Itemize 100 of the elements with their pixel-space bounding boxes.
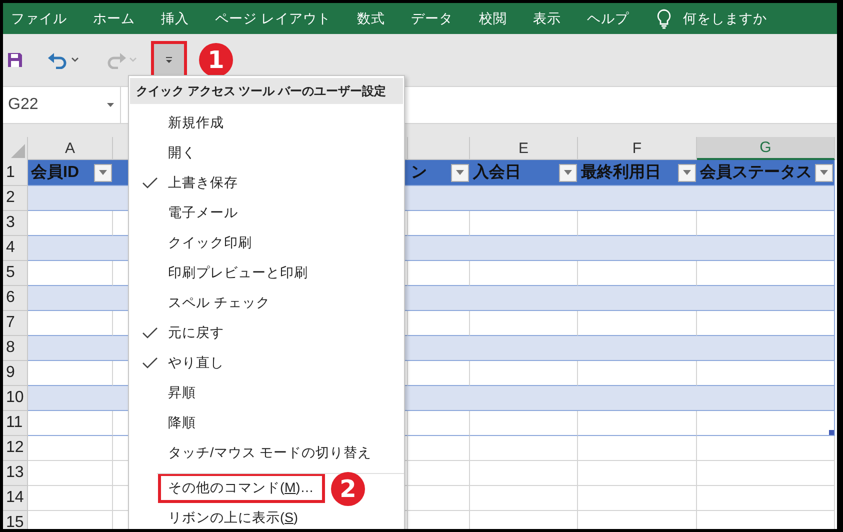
column-header[interactable]: G bbox=[697, 137, 835, 160]
table-cell[interactable] bbox=[470, 436, 578, 461]
table-cell[interactable] bbox=[28, 461, 113, 486]
row-header[interactable]: 6 bbox=[3, 286, 28, 311]
table-cell[interactable] bbox=[28, 236, 113, 261]
row-header[interactable]: 12 bbox=[3, 436, 28, 461]
row-header[interactable]: 11 bbox=[3, 411, 28, 436]
ribbon-tab[interactable]: ホーム bbox=[87, 10, 141, 28]
table-cell[interactable] bbox=[28, 486, 113, 511]
table-cell[interactable] bbox=[697, 286, 835, 311]
table-cell[interactable] bbox=[697, 411, 835, 436]
filter-button[interactable] bbox=[815, 164, 833, 182]
select-all-icon[interactable] bbox=[11, 144, 25, 158]
table-cell[interactable] bbox=[408, 336, 470, 361]
header-cell[interactable]: 会員ステータス bbox=[697, 160, 835, 186]
filter-button[interactable] bbox=[451, 164, 469, 182]
ribbon-tab[interactable]: データ bbox=[404, 10, 459, 28]
save-icon[interactable] bbox=[7, 52, 23, 68]
row-header[interactable]: 5 bbox=[3, 261, 28, 286]
lightbulb-icon[interactable] bbox=[656, 8, 671, 28]
caret-icon[interactable] bbox=[820, 170, 828, 175]
row-header[interactable]: 8 bbox=[3, 336, 28, 361]
table-cell[interactable] bbox=[28, 436, 113, 461]
row-header[interactable]: 3 bbox=[3, 211, 28, 236]
table-cell[interactable] bbox=[697, 236, 835, 261]
table-cell[interactable] bbox=[697, 436, 835, 461]
menu-item[interactable]: リボンの上に表示(S) bbox=[158, 503, 310, 529]
caret-icon[interactable] bbox=[71, 57, 79, 63]
ribbon-tab[interactable]: 数式 bbox=[350, 10, 391, 28]
filter-button[interactable] bbox=[678, 164, 696, 182]
table-cell[interactable] bbox=[408, 436, 470, 461]
row-header[interactable]: 14 bbox=[3, 486, 28, 511]
table-cell[interactable] bbox=[697, 461, 835, 486]
ribbon-tab[interactable]: ページ レイアウト bbox=[209, 10, 337, 28]
ribbon-tab[interactable]: 表示 bbox=[526, 10, 567, 28]
menu-item[interactable]: やり直し bbox=[158, 348, 235, 378]
table-cell[interactable] bbox=[408, 186, 470, 211]
menu-item[interactable]: 元に戻す bbox=[158, 318, 235, 348]
dropdown-icon[interactable] bbox=[165, 56, 173, 64]
filter-button[interactable] bbox=[94, 164, 112, 182]
table-cell[interactable] bbox=[28, 186, 113, 211]
table-cell[interactable] bbox=[578, 486, 697, 511]
table-cell[interactable] bbox=[578, 461, 697, 486]
table-cell[interactable] bbox=[28, 386, 113, 411]
row-header[interactable]: 4 bbox=[3, 236, 28, 261]
ribbon-tab[interactable]: 挿入 bbox=[155, 10, 195, 28]
caret-icon[interactable] bbox=[456, 170, 464, 175]
table-cell[interactable] bbox=[470, 411, 578, 436]
table-cell[interactable] bbox=[697, 386, 835, 411]
menu-item[interactable]: 昇順 bbox=[158, 378, 207, 408]
table-cell[interactable] bbox=[408, 461, 470, 486]
menu-item[interactable]: クイック印刷 bbox=[158, 228, 263, 258]
menu-item[interactable]: その他のコマンド(M)… bbox=[158, 473, 325, 503]
table-cell[interactable] bbox=[28, 286, 113, 311]
row-header[interactable]: 9 bbox=[3, 361, 28, 386]
menu-item[interactable]: 降順 bbox=[158, 408, 207, 438]
table-cell[interactable] bbox=[408, 286, 470, 311]
menu-item[interactable]: 開く bbox=[158, 138, 207, 168]
ribbon-tab[interactable]: ヘルプ bbox=[580, 10, 635, 28]
table-cell[interactable] bbox=[408, 236, 470, 261]
menu-item[interactable]: タッチ/マウス モードの切り替え bbox=[158, 438, 383, 468]
resize-handle[interactable] bbox=[829, 430, 834, 435]
menu-item[interactable]: スペル チェック bbox=[158, 288, 281, 318]
table-cell[interactable] bbox=[697, 336, 835, 361]
header-cell[interactable]: 入会日 bbox=[470, 160, 578, 186]
caret-icon[interactable] bbox=[107, 103, 114, 107]
undo-icon[interactable] bbox=[47, 51, 69, 69]
menu-item[interactable]: 新規作成 bbox=[158, 108, 235, 138]
table-cell[interactable] bbox=[697, 186, 835, 211]
filter-button[interactable] bbox=[559, 164, 577, 182]
menu-item[interactable]: 電子メール bbox=[158, 198, 249, 228]
menu-title: クイック アクセス ツール バーのユーザー設定 bbox=[130, 78, 403, 104]
caret-icon[interactable] bbox=[99, 170, 107, 175]
name-box[interactable]: G22 bbox=[3, 87, 121, 123]
row-header[interactable]: 15 bbox=[3, 511, 28, 529]
row-header[interactable]: 10 bbox=[3, 386, 28, 411]
table-cell[interactable] bbox=[28, 411, 113, 436]
header-cell[interactable]: ン bbox=[408, 160, 470, 186]
table-cell[interactable] bbox=[470, 486, 578, 511]
row-header[interactable]: 13 bbox=[3, 461, 28, 486]
row-header[interactable]: 7 bbox=[3, 311, 28, 336]
tell-me-field[interactable]: 何をしますか bbox=[682, 10, 767, 28]
caret-icon[interactable] bbox=[564, 170, 572, 175]
table-cell[interactable] bbox=[408, 411, 470, 436]
table-cell[interactable] bbox=[578, 411, 697, 436]
ribbon-tab[interactable]: ファイル bbox=[5, 10, 73, 28]
table-cell[interactable] bbox=[28, 336, 113, 361]
ribbon-tab[interactable]: 校閲 bbox=[472, 10, 513, 28]
table-cell[interactable] bbox=[408, 486, 470, 511]
caret-icon[interactable] bbox=[683, 170, 691, 175]
header-cell[interactable]: 会員ID bbox=[28, 160, 113, 186]
row-header[interactable]: 1 bbox=[3, 160, 28, 186]
row-header[interactable]: 2 bbox=[3, 186, 28, 211]
menu-item[interactable]: 印刷プレビューと印刷 bbox=[158, 258, 319, 288]
table-cell[interactable] bbox=[578, 436, 697, 461]
table-cell[interactable] bbox=[697, 486, 835, 511]
table-cell[interactable] bbox=[408, 386, 470, 411]
header-cell[interactable]: 最終利用日 bbox=[578, 160, 697, 186]
table-cell[interactable] bbox=[470, 461, 578, 486]
menu-item[interactable]: 上書き保存 bbox=[158, 168, 249, 198]
